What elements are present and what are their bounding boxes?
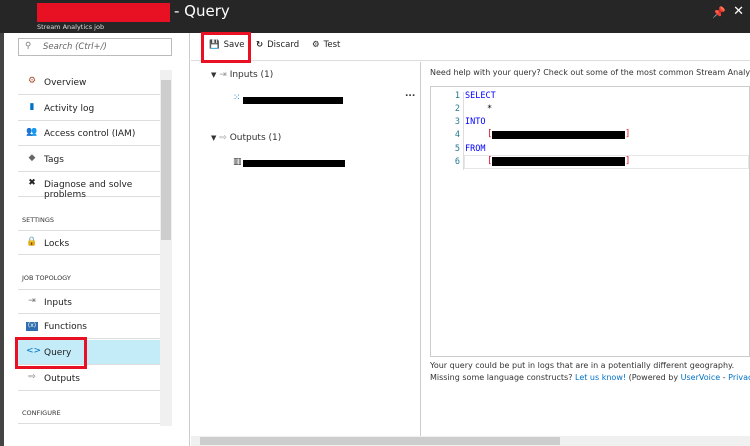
- tree-outputs-label: Outputs (1): [229, 133, 282, 143]
- redacted-output-name[interactable]: [243, 160, 345, 167]
- sidebar-item-label: Overview: [44, 78, 87, 88]
- redacted-job-name: [37, 3, 170, 22]
- missing-text: Missing some language constructs?: [430, 373, 573, 382]
- page-subtitle: Stream Analytics job: [37, 23, 105, 31]
- redacted-input-alias: [492, 157, 625, 166]
- page-title: - Query: [174, 2, 230, 20]
- sidebar-item-overview[interactable]: ⚙ Overview: [18, 70, 160, 95]
- redacted-output-alias: [492, 131, 625, 139]
- line-number: 6: [454, 157, 460, 167]
- gear-icon: ⚙: [312, 40, 320, 50]
- sidebar-item-label: Activity log: [44, 104, 95, 114]
- inputs-icon: ⇥: [219, 70, 227, 80]
- horizontal-scroll-thumb[interactable]: [200, 437, 560, 445]
- geography-note: Your query could be put in logs that are…: [430, 361, 735, 370]
- sidebar-scroll-thumb[interactable]: [161, 80, 171, 240]
- section-job-topology: JOB TOPOLOGY: [22, 274, 71, 282]
- tree-inputs-label: Inputs (1): [229, 70, 274, 80]
- uservoice-link[interactable]: UserVoice: [681, 373, 721, 382]
- sidebar-item-outputs[interactable]: ⇨ Outputs: [18, 366, 160, 391]
- search-input[interactable]: ⚲ Search (Ctrl+/): [18, 38, 172, 56]
- help-text: Need help with your query? Check out som…: [430, 68, 750, 77]
- inputs-icon: ⇥: [28, 296, 36, 306]
- search-icon: ⚲: [25, 41, 32, 51]
- code-bracket-close: ]: [625, 156, 631, 166]
- caret-down-icon: ▼: [211, 134, 217, 142]
- close-icon[interactable]: ✕: [733, 4, 744, 19]
- test-button[interactable]: ⚙ Test: [312, 40, 340, 50]
- sidebar-item-label: Outputs: [44, 374, 80, 384]
- let-us-know-link[interactable]: Let us know!: [575, 373, 626, 382]
- section-configure: CONFIGURE: [22, 409, 61, 417]
- discard-button[interactable]: ↻ Discard: [256, 40, 299, 50]
- sidebar-item-label: Access control (IAM): [44, 129, 136, 139]
- separator: -: [722, 373, 726, 382]
- sidebar-item-inputs[interactable]: ⇥ Inputs: [18, 289, 160, 314]
- search-placeholder: Search (Ctrl+/): [43, 42, 107, 52]
- outputs-icon: ⇨: [219, 133, 227, 143]
- powered-text: (Powered by: [628, 373, 679, 382]
- sidebar-item-locks[interactable]: 🔒 Locks: [18, 230, 160, 255]
- discard-label: Discard: [267, 40, 300, 50]
- line-number: 5: [454, 144, 460, 154]
- discard-icon: ↻: [256, 40, 264, 50]
- code-star: *: [487, 104, 493, 114]
- code-select: SELECT: [465, 91, 496, 101]
- input-item-icon: ⁙: [233, 93, 241, 103]
- tag-icon: ◆: [28, 153, 36, 163]
- divider: [18, 423, 160, 424]
- sidebar-item-label: Inputs: [44, 298, 72, 308]
- sidebar-item-label: Tags: [44, 155, 64, 165]
- sidebar-item-diagnose[interactable]: ✖ Diagnose and solve problems: [18, 172, 160, 200]
- sidebar-item-access-control[interactable]: 👥 Access control (IAM): [18, 121, 160, 146]
- sidebar-item-label: Locks: [44, 239, 70, 249]
- highlight-box-save: [201, 32, 251, 63]
- line-number: 2: [454, 104, 460, 114]
- outputs-icon: ⇨: [28, 372, 36, 382]
- line-number: 1: [454, 91, 460, 101]
- redacted-input-name[interactable]: [243, 97, 343, 104]
- code-into: INTO: [465, 117, 486, 127]
- pin-icon[interactable]: 📌: [712, 6, 726, 19]
- tree-inputs[interactable]: ▼ ⇥ Inputs (1): [211, 70, 273, 80]
- lock-icon: 🔒: [26, 237, 38, 247]
- wrench-icon: ✖: [28, 178, 36, 188]
- sidebar-item-label: Functions: [44, 322, 87, 332]
- tree-outputs[interactable]: ▼ ⇨ Outputs (1): [211, 133, 281, 143]
- more-options-button[interactable]: ...: [405, 89, 415, 99]
- code-bracket-close: ]: [625, 129, 631, 139]
- code-from: FROM: [465, 144, 486, 154]
- line-number: 4: [454, 130, 460, 140]
- caret-down-icon: ▼: [211, 71, 217, 79]
- feedback-note: Missing some language constructs? Let us…: [430, 373, 750, 382]
- sidebar-item-activity-log[interactable]: ▮ Activity log: [18, 96, 160, 121]
- section-settings: SETTINGS: [22, 216, 55, 224]
- sidebar-item-functions[interactable]: (x) Functions: [18, 314, 160, 339]
- test-label: Test: [323, 40, 341, 50]
- line-number: 3: [454, 117, 460, 127]
- sidebar-item-tags[interactable]: ◆ Tags: [18, 147, 160, 172]
- overview-icon: ⚙: [27, 76, 37, 86]
- pane-divider[interactable]: [420, 62, 421, 436]
- output-item-icon: ▥: [233, 157, 242, 167]
- iam-icon: 👥: [26, 127, 38, 137]
- highlight-box-query: [15, 337, 87, 369]
- functions-icon: (x): [26, 322, 38, 331]
- privacy-link[interactable]: Privacy Pol: [728, 373, 750, 382]
- activity-log-icon: ▮: [29, 102, 35, 112]
